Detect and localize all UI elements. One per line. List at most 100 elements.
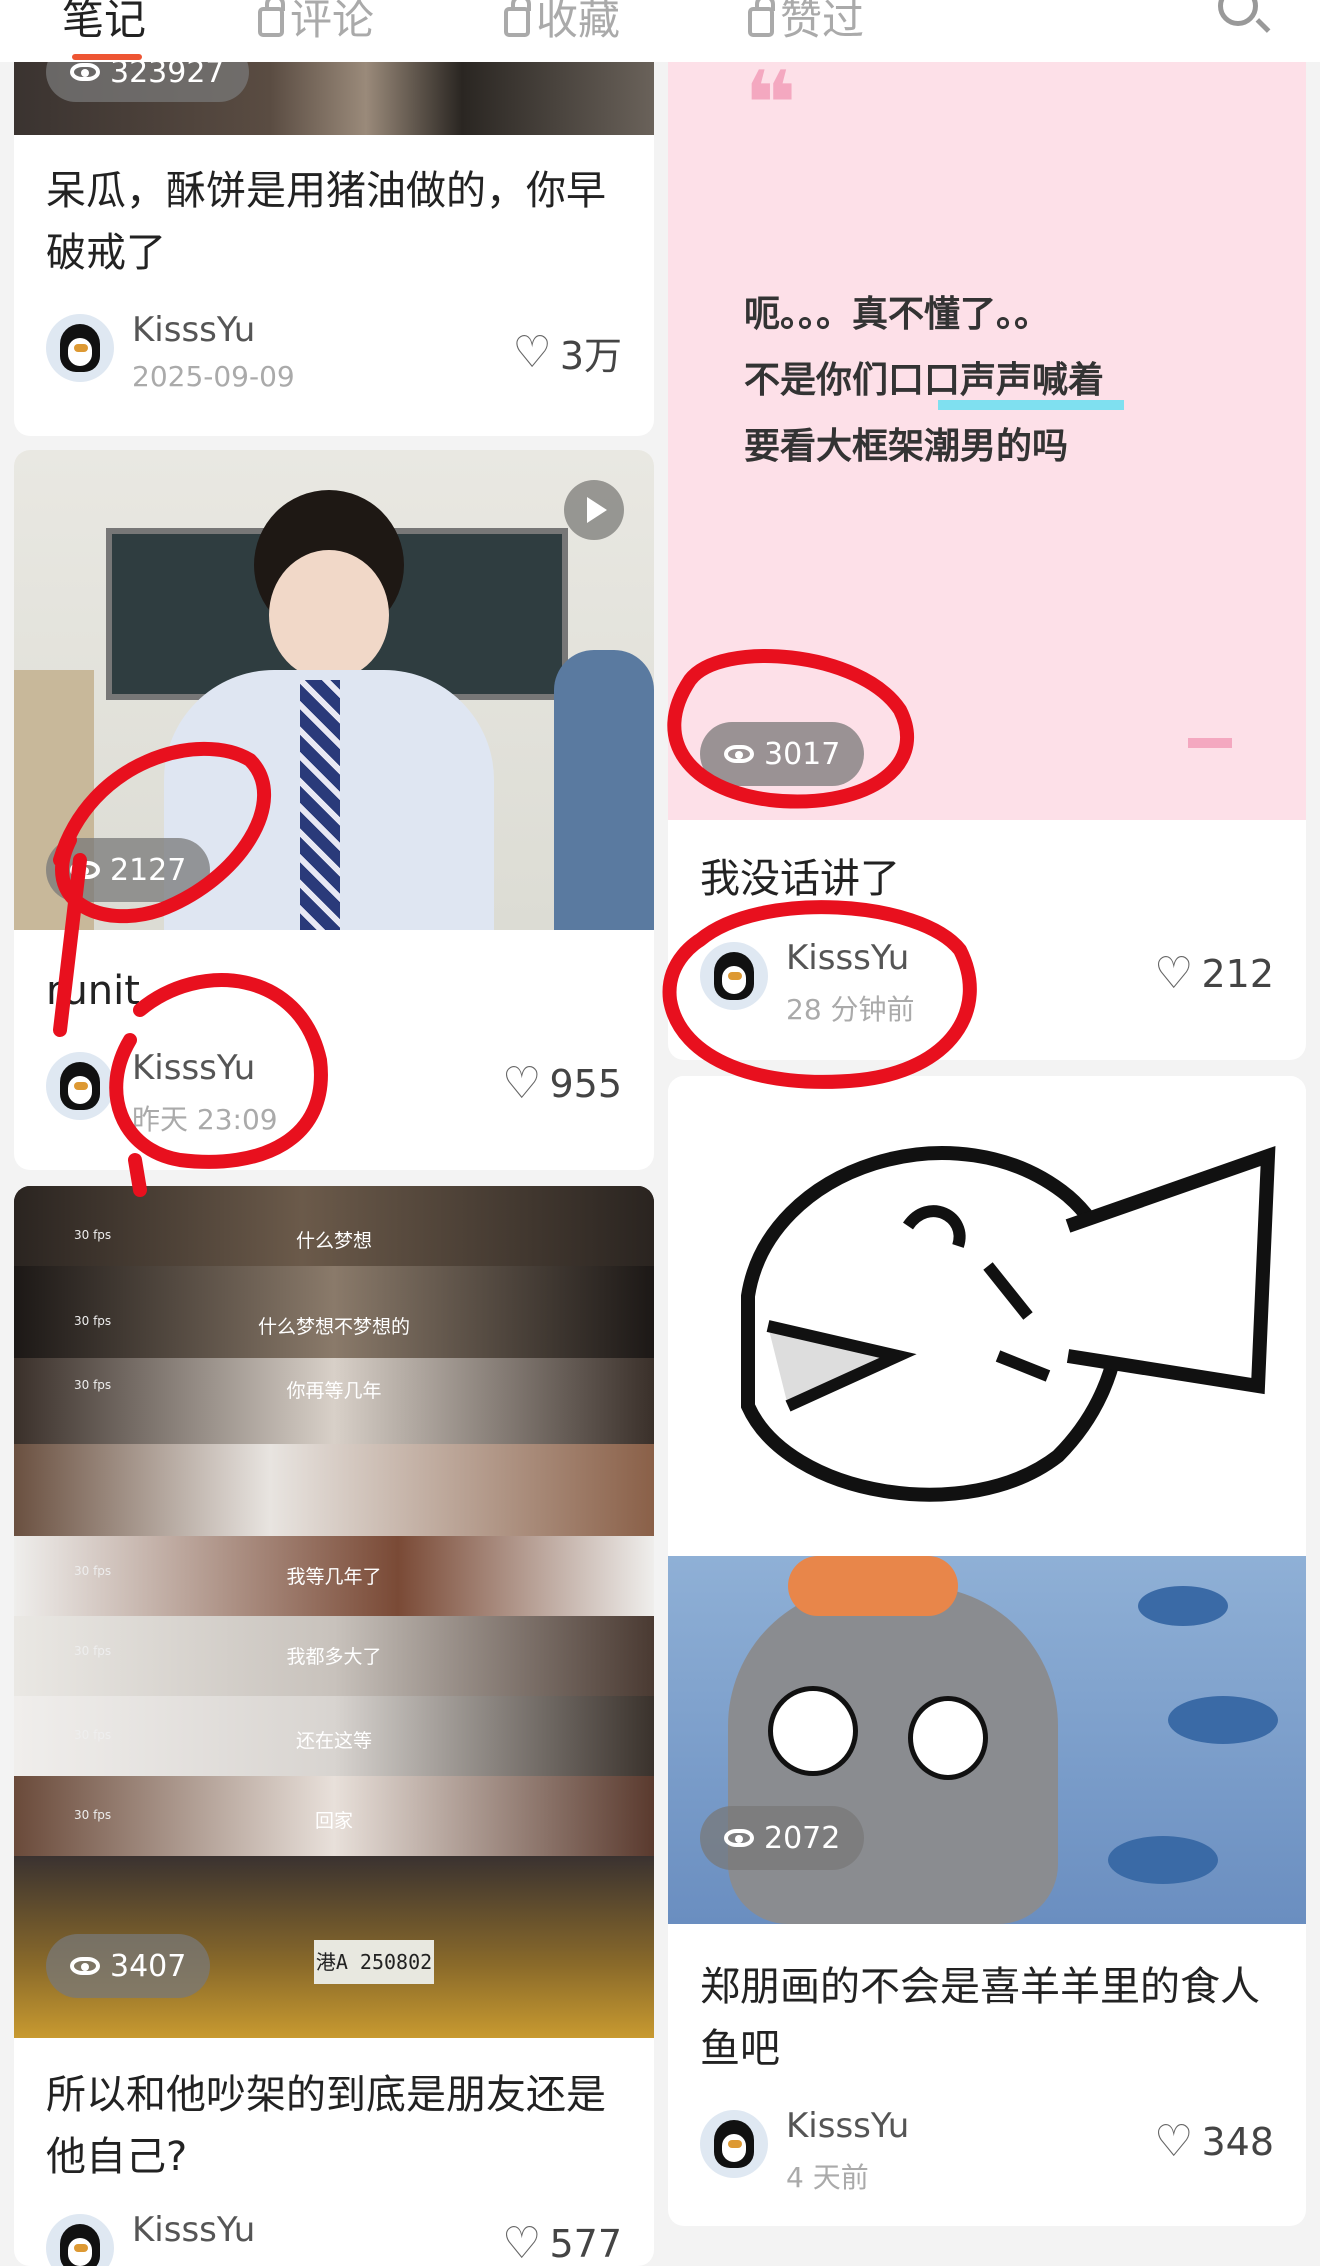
note-card[interactable]: 2127 runit KisssYu 昨天 23:09 ♡ 955 bbox=[14, 450, 654, 1170]
like-button[interactable]: ♡ 212 bbox=[1154, 948, 1274, 999]
tab-comments[interactable]: 评论 bbox=[258, 0, 374, 47]
author-name[interactable]: KisssYu bbox=[786, 938, 909, 978]
tab-comments-label: 评论 bbox=[290, 0, 375, 44]
avatar[interactable] bbox=[700, 942, 768, 1010]
post-time: 2025-09-09 bbox=[132, 360, 295, 393]
subtitle-text: 还在这等 30 fps bbox=[74, 1728, 372, 1752]
post-time: 4 天前 bbox=[786, 2161, 869, 2194]
subtitle-text: 我等几年了 30 fps bbox=[74, 1564, 382, 1588]
subtitle-strip bbox=[14, 1444, 654, 1536]
note-title: runit bbox=[46, 968, 140, 1014]
quote-line: 要看大框架潮男的吗 bbox=[744, 426, 1069, 467]
view-count: 3407 bbox=[110, 1948, 187, 1984]
play-icon[interactable] bbox=[564, 480, 624, 540]
piranha bbox=[1168, 1696, 1278, 1744]
heart-icon: ♡ bbox=[502, 2218, 542, 2266]
note-title: 呆瓜，酥饼是用猪油做的，你早破戒了 bbox=[46, 168, 606, 276]
like-button[interactable]: ♡ 348 bbox=[1154, 2116, 1274, 2167]
fps-label: 30 fps bbox=[74, 1228, 112, 1242]
avatar[interactable] bbox=[700, 2110, 768, 2178]
like-count: 955 bbox=[549, 1062, 622, 1106]
like-button[interactable]: ♡ 3万 bbox=[512, 325, 622, 380]
eye-icon bbox=[70, 1957, 100, 1975]
fps-label: 30 fps bbox=[74, 1564, 112, 1578]
lock-icon bbox=[504, 0, 531, 37]
author-name[interactable]: KisssYu bbox=[132, 310, 255, 350]
note-thumbnail: 2127 bbox=[14, 450, 654, 930]
eye-icon bbox=[724, 745, 754, 763]
fps-label: 30 fps bbox=[74, 1808, 112, 1822]
quote-mark-icon: ❝ bbox=[744, 52, 797, 157]
tab-notes-label: 笔记 bbox=[62, 0, 147, 44]
like-count: 212 bbox=[1201, 952, 1274, 996]
like-count: 348 bbox=[1201, 2120, 1274, 2164]
note-thumbnail: ❝ 呃。。。真不懂了。。 不是你们口口声声喊着 要看大框架潮男的吗 3017 bbox=[668, 20, 1306, 820]
avatar[interactable] bbox=[46, 2214, 114, 2266]
subtitle-text: 什么梦想不梦想的 30 fps bbox=[74, 1314, 410, 1338]
note-card[interactable]: 什么梦想 30 fps 什么梦想不梦想的 30 fps 你再等几年 30 fps 我等… bbox=[14, 1186, 654, 2266]
fps-label: 30 fps bbox=[74, 1314, 112, 1328]
subtitle-text: 回家 30 fps bbox=[74, 1808, 353, 1832]
post-time: 昨天 23:09 bbox=[132, 1103, 278, 1136]
quote-line: 呃。。。真不懂了。。 bbox=[744, 294, 1051, 335]
avatar[interactable] bbox=[46, 1052, 114, 1120]
author-name[interactable]: KisssYu bbox=[132, 2210, 255, 2250]
view-count-badge: 3407 bbox=[46, 1934, 211, 1998]
like-count: 3万 bbox=[559, 334, 622, 378]
person-face bbox=[269, 550, 389, 680]
eye-icon bbox=[70, 861, 100, 879]
like-count: 577 bbox=[549, 2222, 622, 2266]
tab-favorites-label: 收藏 bbox=[536, 0, 621, 44]
tab-liked-label: 赞过 bbox=[780, 0, 865, 44]
author-name[interactable]: KisssYu bbox=[786, 2106, 909, 2146]
view-count-badge: 2072 bbox=[700, 1806, 865, 1870]
top-tab-bar: 笔记 评论 收藏 赞过 bbox=[0, 0, 1320, 62]
background-person bbox=[554, 650, 654, 930]
person-tie bbox=[300, 680, 340, 930]
subtitle-text: 我都多大了 30 fps bbox=[74, 1644, 382, 1668]
lock-icon bbox=[258, 0, 285, 37]
wolf-eye bbox=[908, 1696, 988, 1780]
decor-dash bbox=[1188, 738, 1232, 748]
fps-label: 30 fps bbox=[74, 1728, 112, 1742]
subtitle-strip: 还在这等 30 fps bbox=[14, 1696, 654, 1776]
tab-notes[interactable]: 笔记 bbox=[62, 0, 146, 47]
subtitle-strip: 回家 30 fps bbox=[14, 1776, 654, 1856]
eye-icon bbox=[724, 1829, 754, 1847]
subtitle-text: 你再等几年 30 fps bbox=[74, 1378, 382, 1402]
view-count: 2127 bbox=[110, 852, 187, 888]
subtitle-strip: 我都多大了 30 fps bbox=[14, 1616, 654, 1696]
note-card[interactable]: 2072 郑朋画的不会是喜羊羊里的食人鱼吧 KisssYu 4 天前 ♡ 348 bbox=[668, 1076, 1306, 2226]
wolf-eye bbox=[768, 1686, 858, 1776]
subtitle-strip: 你再等几年 30 fps bbox=[14, 1358, 654, 1444]
avatar[interactable] bbox=[46, 314, 114, 382]
post-time: 28 分钟前 bbox=[786, 993, 915, 1026]
heart-icon: ♡ bbox=[1154, 2116, 1194, 2167]
note-thumbnail: 2072 bbox=[668, 1076, 1306, 1924]
heart-icon: ♡ bbox=[512, 326, 552, 378]
subtitle-strip: 什么梦想不梦想的 30 fps bbox=[14, 1266, 654, 1358]
view-count: 3017 bbox=[764, 736, 841, 772]
note-title: 郑朋画的不会是喜羊羊里的食人鱼吧 bbox=[700, 1964, 1260, 2072]
author-name[interactable]: KisssYu bbox=[132, 1048, 255, 1088]
tab-liked[interactable]: 赞过 bbox=[748, 0, 864, 47]
note-card[interactable]: 323927 呆瓜，酥饼是用猪油做的，你早破戒了 KisssYu 2025-09… bbox=[14, 20, 654, 436]
subtitle-text: 什么梦想 30 fps bbox=[74, 1228, 372, 1252]
heart-icon: ♡ bbox=[1154, 948, 1194, 999]
active-tab-indicator bbox=[72, 54, 142, 60]
wolf-hat bbox=[788, 1556, 958, 1616]
like-button[interactable]: ♡ 955 bbox=[502, 1058, 622, 1109]
view-count-badge: 3017 bbox=[700, 722, 865, 786]
fps-label: 30 fps bbox=[74, 1644, 112, 1658]
subtitle-strip: 我等几年了 30 fps bbox=[14, 1536, 654, 1616]
heart-icon: ♡ bbox=[502, 1058, 542, 1109]
piranha bbox=[1138, 1586, 1228, 1626]
tab-favorites[interactable]: 收藏 bbox=[504, 0, 620, 47]
note-title: 所以和他吵架的到底是朋友还是他自己? bbox=[46, 2072, 606, 2180]
eye-icon bbox=[70, 63, 100, 81]
note-card[interactable]: ❝ 呃。。。真不懂了。。 不是你们口口声声喊着 要看大框架潮男的吗 3017 我… bbox=[668, 20, 1306, 1060]
view-count-badge: 2127 bbox=[46, 838, 211, 902]
like-button[interactable]: ♡ 577 bbox=[502, 2222, 622, 2266]
search-icon[interactable] bbox=[1218, 0, 1258, 26]
license-plate: 港A 250802 bbox=[314, 1940, 434, 1984]
